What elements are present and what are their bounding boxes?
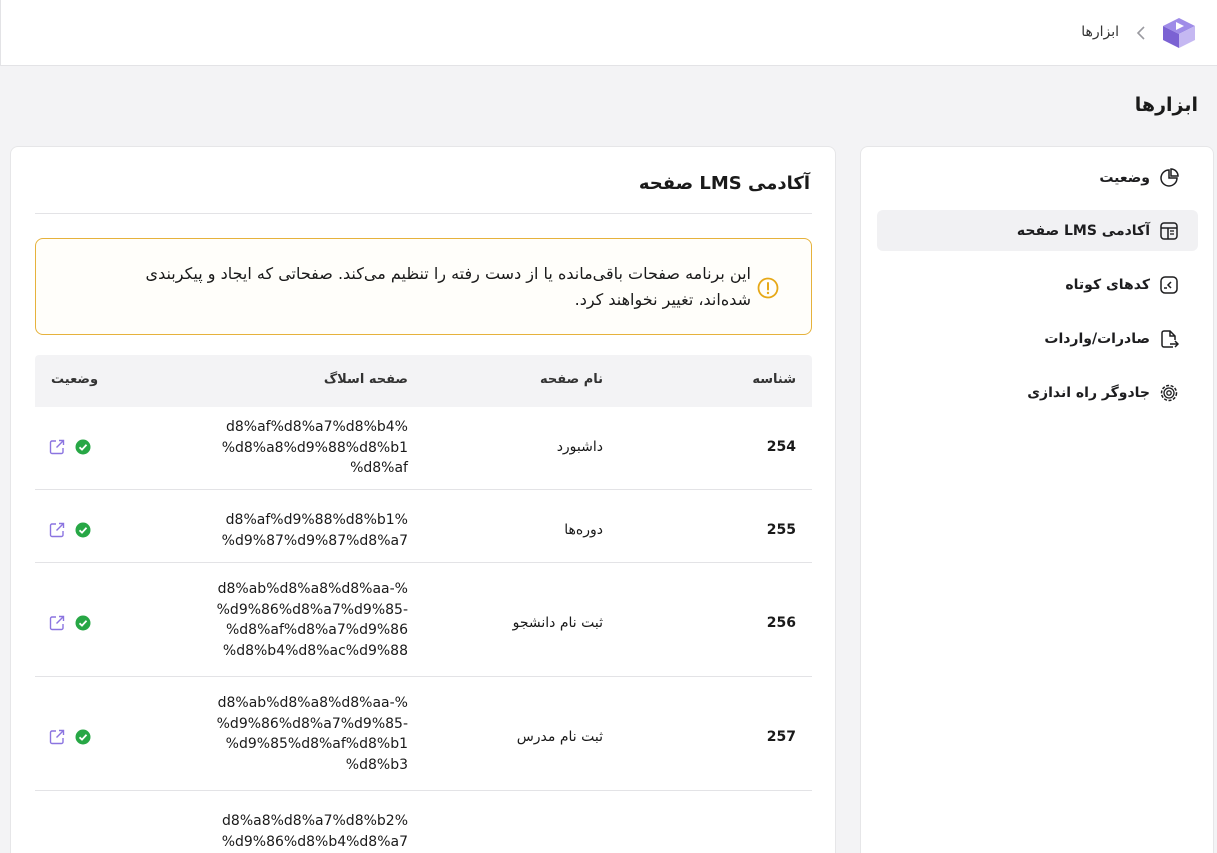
table-row: 256 ثبت نام دانشجو d8%ab%d8%a8%d8%aa-% %… xyxy=(35,563,812,677)
top-bar: ابزارها xyxy=(0,0,1217,66)
external-link-icon[interactable] xyxy=(49,615,65,631)
cell-slug: d8%af%d8%a7%d8%b4% %d8%a8%d9%88%d8%b1 %d… xyxy=(221,419,408,476)
cell-page-name: دوره‌ها xyxy=(564,522,603,538)
cell-page-name: ثبت نام دانشجو xyxy=(512,615,603,631)
sidebar-item-export-import[interactable]: صادرات/واردات xyxy=(877,318,1198,359)
column-header-status: وضعیت xyxy=(51,372,99,387)
cell-status xyxy=(49,729,91,745)
pie-chart-icon xyxy=(1158,167,1180,189)
cell-slug: d8%a8%d8%a7%d8%b2% %d9%86%d8%b4%d8%a7 xyxy=(221,813,408,850)
cell-id: 257 xyxy=(766,729,796,745)
logo-icon[interactable] xyxy=(1160,14,1198,50)
terminal-icon xyxy=(1158,274,1180,296)
layout-icon xyxy=(1158,220,1180,242)
sidebar-item-label: کدهای کوتاه xyxy=(1065,276,1150,293)
sidebar-item-label: جادوگر راه اندازی xyxy=(1027,384,1150,401)
sidebar-item-label: آکادمی LMS صفحه xyxy=(1016,222,1150,239)
check-circle-icon xyxy=(75,729,91,745)
cell-id: 254 xyxy=(766,439,796,455)
column-header-name: نام صفحه xyxy=(540,372,603,387)
sidebar-item-lms-pages[interactable]: آکادمی LMS صفحه xyxy=(877,210,1198,251)
sidebar-item-shortcodes[interactable]: کدهای کوتاه xyxy=(877,264,1198,305)
external-link-icon[interactable] xyxy=(49,439,65,455)
sidebar: وضعیت آکادمی LMS صفحه کدهای کوتاه صادرات… xyxy=(860,146,1214,853)
gear-icon xyxy=(1158,382,1180,404)
sidebar-item-setup-wizard[interactable]: جادوگر راه اندازی xyxy=(877,372,1198,413)
breadcrumb-item[interactable]: ابزارها xyxy=(1081,24,1119,40)
warning-notice: این برنامه صفحات باقی‌مانده یا از دست رف… xyxy=(35,238,812,335)
cell-slug: d8%ab%d8%a8%d8%aa-% %d9%86%d8%a7%d9%85- … xyxy=(216,695,408,773)
sidebar-item-label: صادرات/واردات xyxy=(1044,330,1150,347)
main-card: آکادمی LMS صفحه این برنامه صفحات باقی‌ما… xyxy=(10,146,836,853)
table-row: 257 ثبت نام مدرس d8%ab%d8%a8%d8%aa-% %d9… xyxy=(35,677,812,791)
sidebar-item-label: وضعیت xyxy=(1099,169,1150,186)
external-link-icon[interactable] xyxy=(49,729,65,745)
cell-slug: d8%af%d9%88%d8%b1% %d9%87%d9%87%d8%a7 xyxy=(221,512,408,549)
card-title: آکادمی LMS صفحه xyxy=(638,173,810,194)
external-link-icon[interactable] xyxy=(49,522,65,538)
table-row: d8%a8%d8%a7%d8%b2% %d9%86%d8%b4%d8%a7 xyxy=(35,791,812,853)
cell-status xyxy=(49,522,91,538)
cell-status xyxy=(49,439,91,455)
column-header-id: شناسه xyxy=(752,372,796,387)
check-circle-icon xyxy=(75,522,91,538)
cell-page-name: داشبورد xyxy=(556,439,603,455)
page-title: ابزارها xyxy=(1134,94,1198,116)
table-row: 255 دوره‌ها d8%af%d9%88%d8%b1% %d9%87%d9… xyxy=(35,490,812,563)
notice-text: این برنامه صفحات باقی‌مانده یا از دست رف… xyxy=(145,264,751,309)
cell-id: 256 xyxy=(766,615,796,631)
check-circle-icon xyxy=(75,615,91,631)
pages-table: شناسه نام صفحه صفحه اسلاگ وضعیت 254 داشب… xyxy=(35,355,812,853)
divider xyxy=(35,213,812,214)
table-header: شناسه نام صفحه صفحه اسلاگ وضعیت xyxy=(35,355,812,407)
check-circle-icon xyxy=(75,439,91,455)
table-row: 254 داشبورد d8%af%d8%a7%d8%b4% %d8%a8%d9… xyxy=(35,407,812,490)
cell-slug: d8%ab%d8%a8%d8%aa-% %d9%86%d8%a7%d9%85- … xyxy=(216,581,408,659)
sidebar-item-status[interactable]: وضعیت xyxy=(877,157,1198,198)
cell-status xyxy=(49,615,91,631)
column-header-slug: صفحه اسلاگ xyxy=(323,372,408,387)
cell-id: 255 xyxy=(766,522,796,538)
chevron-left-icon xyxy=(1136,26,1145,40)
cell-page-name: ثبت نام مدرس xyxy=(516,729,603,745)
file-export-icon xyxy=(1158,328,1180,350)
warning-icon xyxy=(757,277,779,299)
